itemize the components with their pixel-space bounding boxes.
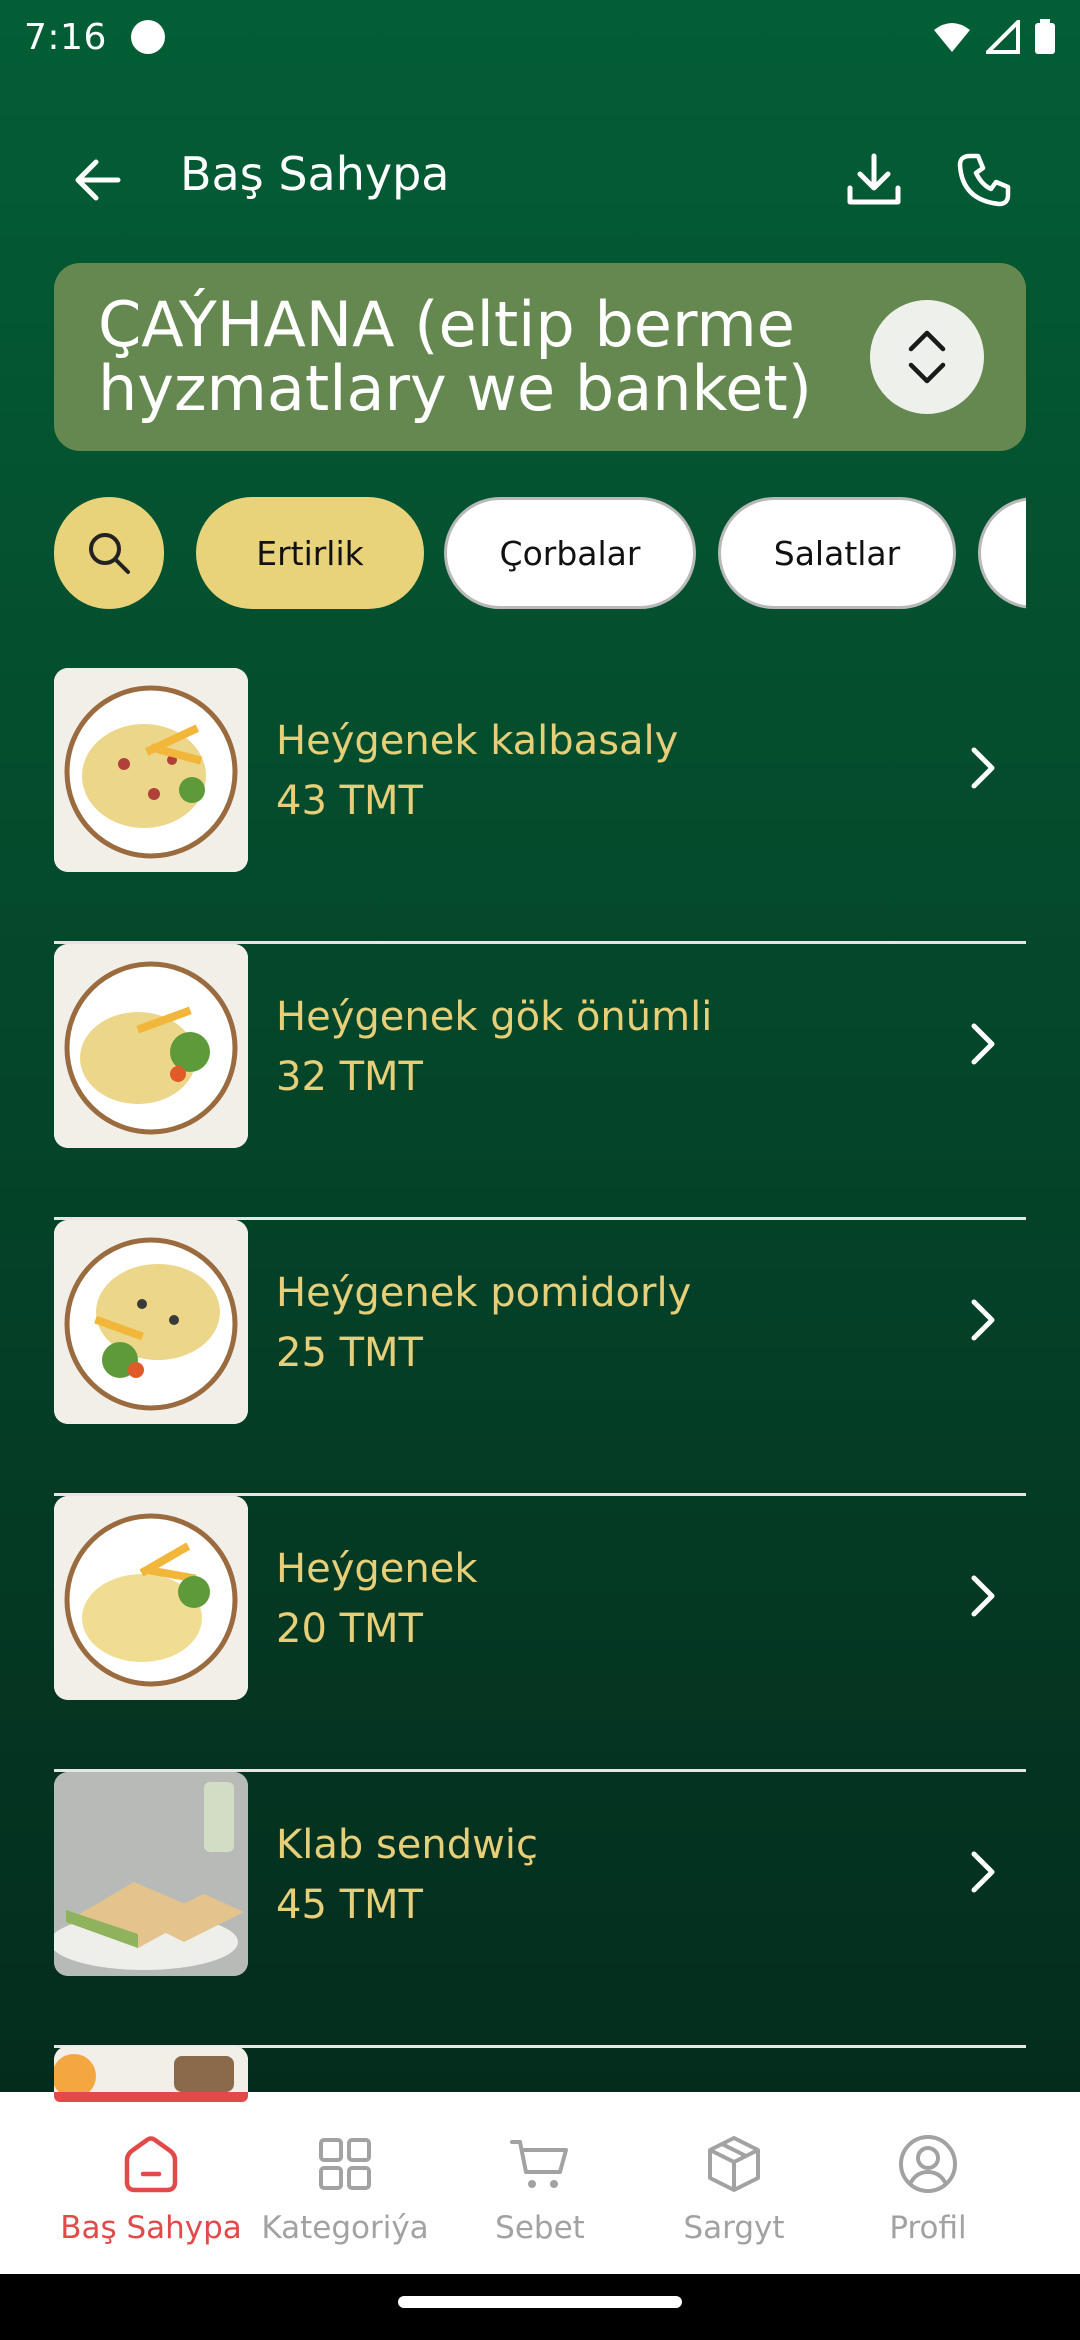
cellular-signal-icon [986, 20, 1020, 54]
nav-tab-home[interactable]: Baş Sahypa [43, 2092, 259, 2274]
category-chip-more[interactable] [978, 497, 1026, 609]
cart-icon [510, 2140, 568, 2188]
menu-item-price: 45 TMT [276, 1882, 423, 1928]
category-chip-salatlar[interactable]: Salatlar [718, 497, 956, 609]
food-image-partial [54, 2046, 248, 2092]
restaurant-name: ÇAÝHANA (eltip berme hyzmatlary we banke… [98, 288, 812, 425]
food-image [54, 1220, 248, 1424]
menu-item-price: 20 TMT [276, 1606, 423, 1652]
page-title: Baş Sahypa [180, 147, 450, 201]
category-chips: Ertirlik Çorbalar Salatlar [54, 497, 1026, 611]
menu-item[interactable]: Klab sendwiç 45 TMT [54, 1772, 1026, 2048]
status-icons [932, 19, 1056, 55]
grid-icon [319, 2138, 371, 2190]
menu-item-price: 25 TMT [276, 1330, 423, 1376]
back-button[interactable] [50, 132, 146, 228]
profile-icon [899, 2135, 957, 2193]
nav-label: Kategoriýa [261, 2210, 429, 2246]
nav-tab-cart[interactable]: Sebet [432, 2092, 648, 2274]
menu-list: Heýgenek kalbasaly 43 TMT Heýgenek gök ö… [54, 668, 1026, 2048]
menu-item-name: Heýgenek kalbasaly [276, 718, 679, 764]
search-chip[interactable] [54, 497, 164, 609]
menu-item-price: 43 TMT [276, 778, 423, 824]
status-time: 7:16 [24, 16, 107, 58]
bottom-navigation: Baş Sahypa Kategoriýa Sebet Sargyt Profi… [0, 2092, 1080, 2274]
notification-app-icon [130, 20, 165, 54]
battery-icon [1035, 19, 1055, 54]
menu-item-name: Klab sendwiç [276, 1822, 538, 1868]
gesture-navigation-bar [0, 2274, 1080, 2340]
nav-label: Sebet [495, 2210, 585, 2246]
nav-label: Sargyt [683, 2210, 785, 2246]
restaurant-selector[interactable]: ÇAÝHANA (eltip berme hyzmatlary we banke… [54, 263, 1026, 451]
menu-item[interactable]: Heýgenek 20 TMT [54, 1496, 1026, 1772]
menu-item-name: Heýgenek [276, 1546, 478, 1592]
arrow-left-icon [75, 159, 121, 201]
food-image [54, 668, 248, 872]
chevron-right-icon [971, 747, 995, 789]
search-icon [89, 533, 130, 574]
food-image [54, 944, 248, 1148]
food-image [54, 1772, 248, 1976]
nav-tab-profile[interactable]: Profil [820, 2092, 1036, 2274]
menu-item-name: Heýgenek pomidorly [276, 1270, 692, 1316]
call-button[interactable] [936, 132, 1032, 228]
food-image [54, 1496, 248, 1700]
menu-item[interactable]: Heýgenek gök önümli 32 TMT [54, 944, 1026, 1220]
menu-item-name: Heýgenek gök önümli [276, 994, 713, 1040]
download-button[interactable] [826, 132, 922, 228]
nav-tab-orders[interactable]: Sargyt [626, 2092, 842, 2274]
category-chip-corbalar[interactable]: Çorbalar [444, 497, 696, 609]
phone-icon [957, 153, 1011, 207]
package-icon [708, 2136, 760, 2192]
nav-label: Profil [889, 2210, 967, 2246]
chevron-right-icon [971, 1023, 995, 1065]
home-icon [124, 2136, 178, 2193]
nav-tab-category[interactable]: Kategoriýa [237, 2092, 453, 2274]
wifi-icon [934, 23, 970, 52]
menu-item[interactable]: Heýgenek kalbasaly 43 TMT [54, 668, 1026, 944]
home-gesture-handle[interactable] [398, 2296, 682, 2308]
menu-item[interactable]: Heýgenek pomidorly 25 TMT [54, 1220, 1026, 1496]
chevron-right-icon [971, 1299, 995, 1341]
chevron-right-icon [971, 1575, 995, 1617]
menu-item-price: 32 TMT [276, 1054, 423, 1100]
download-icon [847, 153, 901, 205]
unfold-icon [908, 330, 946, 384]
status-bar: 7:16 [0, 0, 1080, 74]
chevron-right-icon [971, 1851, 995, 1893]
expand-selector-button[interactable] [870, 300, 984, 414]
nav-label: Baş Sahypa [60, 2210, 242, 2246]
top-app-bar: Baş Sahypa [0, 120, 1080, 240]
category-chip-ertirlik[interactable]: Ertirlik [196, 497, 424, 609]
